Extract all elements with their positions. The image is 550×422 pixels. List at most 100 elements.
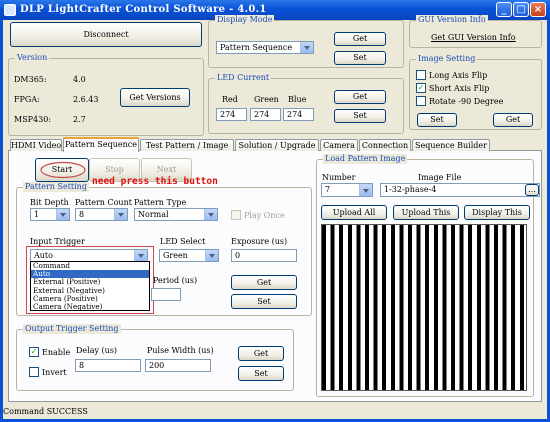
version-label-msp430: MSP430: <box>14 115 52 124</box>
dropdown-option-camera-negative[interactable]: Camera (Negative) <box>31 302 149 311</box>
led-current-group: LED Current <box>208 73 404 134</box>
chevron-down-icon <box>205 250 218 261</box>
invert-label: Invert <box>42 368 67 377</box>
annotation-circle <box>40 161 86 179</box>
delay-input[interactable]: 8 <box>75 359 141 372</box>
annotation-text: need press this button <box>92 176 218 187</box>
pattern-setting-legend: Pattern Setting <box>23 182 89 192</box>
get-versions-button[interactable]: Get Versions <box>120 88 190 107</box>
display-mode-select[interactable]: Pattern Sequence <box>216 41 314 54</box>
led-select-select[interactable]: Green <box>159 249 219 262</box>
tab-pattern-sequence[interactable]: Pattern Sequence <box>63 137 139 152</box>
version-value-dm365: 4.0 <box>73 75 86 84</box>
version-value-msp430: 2.7 <box>73 115 86 124</box>
enable-label: Enable <box>42 348 71 357</box>
version-label-dm365: DM365: <box>14 75 47 84</box>
chevron-down-icon <box>300 42 313 53</box>
image-setting-legend: Image Setting <box>416 54 478 64</box>
output-trigger-get-button[interactable]: Get <box>238 346 284 361</box>
pulse-width-input[interactable]: 200 <box>145 359 211 372</box>
display-this-button[interactable]: Display This <box>464 205 530 220</box>
led-select-label: LED Select <box>160 237 206 246</box>
version-legend: Version <box>15 53 50 63</box>
output-trigger-legend: Output Trigger Setting <box>23 324 121 334</box>
bit-depth-value: 1 <box>34 210 40 219</box>
pattern-preview-image <box>321 224 527 391</box>
led-current-set-button[interactable]: Set <box>334 109 386 123</box>
get-gui-version-link[interactable]: Get GUI Version Info <box>431 33 516 42</box>
disconnect-button[interactable]: Disconnect <box>10 22 202 47</box>
browse-button[interactable]: ... <box>525 184 539 196</box>
chevron-down-icon <box>359 184 372 196</box>
display-mode-value: Pattern Sequence <box>220 43 293 52</box>
led-blue-input[interactable]: 274 <box>283 108 314 121</box>
pattern-setting-get-button[interactable]: Get <box>231 275 297 290</box>
led-red-input[interactable]: 274 <box>216 108 247 121</box>
input-trigger-dropdown[interactable]: Command Auto External (Positive) Externa… <box>30 261 150 311</box>
tab-solution-upgrade[interactable]: Solution / Upgrade <box>235 139 319 151</box>
exposure-input[interactable]: 0 <box>231 249 297 262</box>
image-file-label: Image File <box>418 173 462 182</box>
image-file-input[interactable]: 1-32-phase-4 <box>380 183 540 197</box>
period-label: Period (us) <box>153 276 198 285</box>
tab-connection[interactable]: Connection <box>359 139 411 151</box>
input-trigger-label: Input Trigger <box>30 237 85 246</box>
close-button[interactable]: × <box>530 2 546 17</box>
image-setting-get-button[interactable]: Get <box>493 113 533 127</box>
led-current-legend: LED Current <box>215 73 272 83</box>
led-current-get-button[interactable]: Get <box>334 90 386 104</box>
enable-checkbox[interactable]: ✓ <box>29 347 39 357</box>
led-red-header: Red <box>222 95 238 104</box>
load-pattern-legend: Load Pattern Image <box>323 154 408 164</box>
period-input[interactable] <box>151 288 181 301</box>
image-setting-set-button[interactable]: Set <box>417 113 457 127</box>
upload-this-button[interactable]: Upload This <box>393 205 459 220</box>
play-once-label: Play Once <box>244 211 285 220</box>
play-once-checkbox[interactable] <box>231 210 241 220</box>
upload-all-button[interactable]: Upload All <box>321 205 387 220</box>
led-blue-header: Blue <box>288 95 307 104</box>
rotate-label: Rotate -90 Degree <box>429 97 504 106</box>
pattern-type-value: Normal <box>138 210 169 219</box>
window-title: DLP LightCrafter Control Software - 4.0.… <box>20 4 267 15</box>
pattern-setting-set-button[interactable]: Set <box>231 294 297 309</box>
pattern-count-label: Pattern Count <box>75 198 132 207</box>
chevron-down-icon <box>204 209 217 220</box>
chevron-down-icon <box>114 209 127 220</box>
number-label: Number <box>322 173 356 182</box>
pattern-type-select[interactable]: Normal <box>134 208 218 221</box>
tab-camera[interactable]: Camera <box>320 139 358 151</box>
led-green-header: Green <box>254 95 279 104</box>
version-label-fpga: FPGA: <box>14 95 40 104</box>
bit-depth-select[interactable]: 1 <box>30 208 70 221</box>
short-axis-flip-checkbox[interactable]: ✓ <box>416 83 426 93</box>
led-green-input[interactable]: 274 <box>250 108 281 121</box>
long-axis-flip-label: Long Axis Flip <box>429 71 488 80</box>
display-mode-set-button[interactable]: Set <box>334 51 386 65</box>
pattern-count-select[interactable]: 8 <box>75 208 128 221</box>
short-axis-flip-label: Short Axis Flip <box>429 84 490 93</box>
gui-version-legend: GUI Version Info <box>416 15 488 25</box>
invert-checkbox[interactable] <box>29 367 39 377</box>
tab-hdmi-video[interactable]: HDMI Video <box>10 139 62 151</box>
pattern-type-label: Pattern Type <box>134 198 187 207</box>
number-select[interactable]: 7 <box>321 183 373 197</box>
maximize-button[interactable]: □ <box>513 2 529 17</box>
tab-sequence-builder[interactable]: Sequence Builder <box>412 139 490 151</box>
bit-depth-label: Bit Depth <box>30 198 69 207</box>
display-mode-get-button[interactable]: Get <box>334 32 386 46</box>
tab-test-pattern[interactable]: Test Pattern / Image <box>140 139 234 151</box>
version-value-fpga: 2.6.43 <box>73 95 99 104</box>
output-trigger-set-button[interactable]: Set <box>238 366 284 381</box>
chevron-down-icon <box>56 209 69 220</box>
pattern-count-value: 8 <box>79 210 85 219</box>
exposure-label: Exposure (us) <box>231 237 288 246</box>
long-axis-flip-checkbox[interactable] <box>416 70 426 80</box>
status-text: Command SUCCESS <box>3 407 88 416</box>
number-value: 7 <box>325 185 331 194</box>
pulse-width-label: Pulse Width (us) <box>147 346 214 355</box>
minimize-button[interactable]: _ <box>496 2 512 17</box>
rotate-checkbox[interactable] <box>416 96 426 106</box>
led-select-value: Green <box>163 251 188 260</box>
app-icon <box>4 4 16 16</box>
